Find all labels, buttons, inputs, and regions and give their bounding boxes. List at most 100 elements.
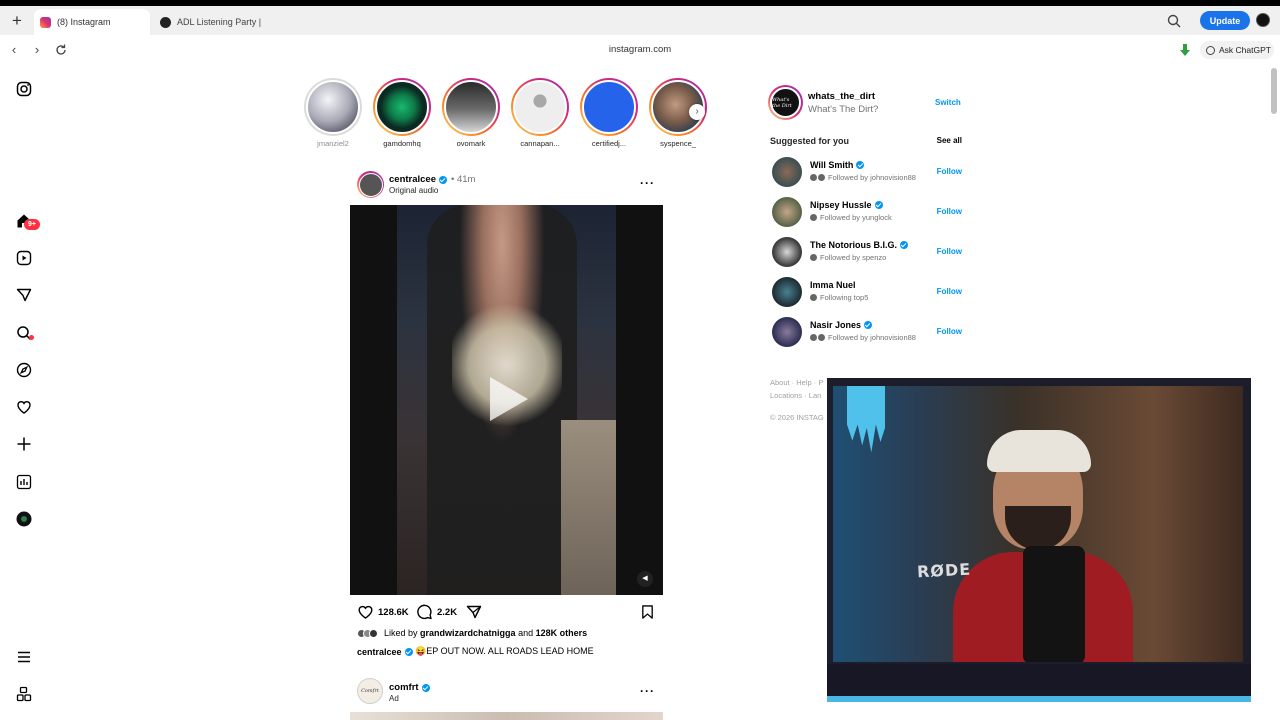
suggestion-avatar[interactable] [772, 277, 802, 307]
suggestion-subtext: Followed by johnovision88 [828, 173, 916, 182]
more-menu-icon[interactable] [14, 647, 34, 667]
suggestion-item: Nasir Jones Followed by johnovision88 Fo… [772, 317, 964, 347]
verified-badge-icon [874, 201, 883, 209]
audio-icon[interactable]: ◀ [637, 571, 653, 587]
follow-button[interactable]: Follow [937, 207, 962, 216]
suggestion-name[interactable]: Nasir Jones [810, 320, 861, 330]
account-username[interactable]: whats_the_dirt [808, 91, 875, 102]
suggestions-title: Suggested for you [770, 136, 850, 146]
share-button[interactable] [466, 603, 486, 621]
switch-account-button[interactable]: Switch [935, 98, 961, 107]
update-button[interactable]: Update [1200, 11, 1250, 30]
activity-dot [29, 335, 34, 340]
like-button[interactable]: 128.6K [357, 603, 409, 621]
suggestions-header: Suggested for you See all [770, 136, 962, 148]
caption-username[interactable]: centralcee [357, 647, 402, 657]
post-time[interactable]: • 41m [451, 174, 475, 185]
tab-label: ADL Listening Party | [177, 17, 262, 27]
suggestion-subtext: Followed by johnovision88 [828, 333, 916, 342]
follow-button[interactable]: Follow [937, 247, 962, 256]
notifications-icon[interactable] [14, 397, 34, 417]
save-button[interactable] [640, 603, 659, 621]
post-audio-link[interactable]: Original audio [389, 186, 438, 195]
instagram-icon[interactable] [14, 79, 34, 99]
footer-links-line[interactable]: About · Help · P [770, 376, 830, 389]
search-icon[interactable] [14, 323, 34, 343]
tab-instagram[interactable]: (8) Instagram [34, 9, 150, 35]
verified-badge-icon [900, 241, 908, 249]
follow-button[interactable]: Follow [937, 287, 962, 296]
messages-icon[interactable] [14, 285, 34, 305]
streamer-cap [987, 430, 1091, 472]
suggestion-name[interactable]: Imma Nuel [810, 280, 856, 290]
more-options-icon[interactable]: ··· [640, 684, 655, 698]
post-username[interactable]: comfrt [389, 682, 419, 693]
post-video[interactable]: ◀ [350, 205, 663, 595]
liked-by-user[interactable]: grandwizardchatnigga [420, 628, 516, 638]
story-item[interactable]: ovomark [440, 78, 502, 148]
story-item[interactable]: cannapan... [509, 78, 571, 148]
chatgpt-icon [1206, 45, 1215, 55]
page-scrollbar[interactable] [1271, 68, 1277, 114]
verified-badge-icon [439, 175, 448, 184]
comfrt-avatar[interactable]: Comfrt [357, 678, 383, 704]
suggestion-subtext: Following top5 [820, 293, 869, 302]
likes-count: 128.6K [378, 606, 409, 618]
download-icon[interactable] [1178, 43, 1192, 57]
story-item[interactable]: gamdomhq [371, 78, 433, 148]
suggestion-avatar[interactable] [772, 197, 802, 227]
follow-button[interactable]: Follow [937, 167, 962, 176]
comments-count: 2.2K [437, 606, 458, 618]
story-item[interactable]: certifiedj... [578, 78, 640, 148]
suggestion-name[interactable]: Nipsey Hussle [810, 200, 872, 210]
suggestion-avatar[interactable] [772, 317, 802, 347]
ask-chatgpt-button[interactable]: Ask ChatGPT [1200, 41, 1274, 59]
webcam-bottom-panel [827, 664, 1251, 698]
footer-links-line[interactable]: Locations · Lan [770, 389, 830, 402]
new-tab-button[interactable]: + [8, 12, 26, 31]
story-username: jmanziel2 [317, 139, 349, 148]
post-caption: centralcee 😝EP OUT NOW. ALL ROADS LEAD H… [357, 646, 594, 657]
stories-next-button[interactable]: › [689, 104, 705, 120]
dashboard-icon[interactable] [14, 472, 34, 492]
story-username: syspence_ [660, 139, 696, 148]
play-icon[interactable] [490, 377, 528, 421]
liked-by-others[interactable]: 128K others [536, 628, 588, 638]
suggestion-avatar[interactable] [772, 157, 802, 187]
reels-icon[interactable] [14, 248, 34, 268]
profile-avatar[interactable] [14, 509, 34, 529]
more-options-icon[interactable]: ··· [640, 176, 655, 190]
suggestion-name[interactable]: The Notorious B.I.G. [810, 240, 897, 250]
webcam-frame: RØDE [833, 386, 1243, 662]
explore-icon[interactable] [14, 360, 34, 380]
create-icon[interactable] [14, 434, 34, 454]
post-author-avatar[interactable] [357, 171, 384, 198]
account-avatar[interactable]: What's the Dirt [768, 85, 803, 120]
comment-button[interactable]: 2.2K [416, 603, 457, 621]
also-from-meta-icon[interactable] [14, 684, 34, 704]
browser-profile-avatar[interactable] [1256, 13, 1270, 27]
search-tabs-icon[interactable] [1166, 13, 1182, 29]
mutual-avatar [818, 334, 825, 341]
verified-badge-icon [421, 683, 430, 692]
left-sidebar [0, 65, 48, 720]
address-bar: ‹ › instagram.com Ask ChatGPT [0, 35, 1280, 65]
story-item[interactable]: jmanziel2 [302, 78, 364, 148]
suggestion-name[interactable]: Will Smith [810, 160, 853, 170]
suggestion-avatar[interactable] [772, 237, 802, 267]
story-username: cannapan... [520, 139, 560, 148]
comfrt-avatar-logo: Comfrt [361, 688, 379, 694]
caption-text: 😝EP OUT NOW. ALL ROADS LEAD HOME [415, 646, 594, 656]
post-username[interactable]: centralcee [389, 174, 436, 185]
suggestion-item: The Notorious B.I.G. Followed by spenzo … [772, 237, 964, 267]
mutual-avatar [818, 174, 825, 181]
tab-adl-listening-party[interactable]: ADL Listening Party | [154, 9, 266, 35]
next-post-media[interactable] [350, 712, 663, 720]
post-header: centralcee • 41m Original audio ··· [357, 171, 663, 199]
url-field[interactable]: instagram.com [0, 44, 1280, 55]
suggestion-item: Imma Nuel Following top5 Follow [772, 277, 964, 307]
account-full-name: What's The Dirt? [808, 104, 879, 115]
see-all-link[interactable]: See all [937, 136, 962, 145]
follow-button[interactable]: Follow [937, 327, 962, 336]
heart-icon [358, 605, 373, 619]
